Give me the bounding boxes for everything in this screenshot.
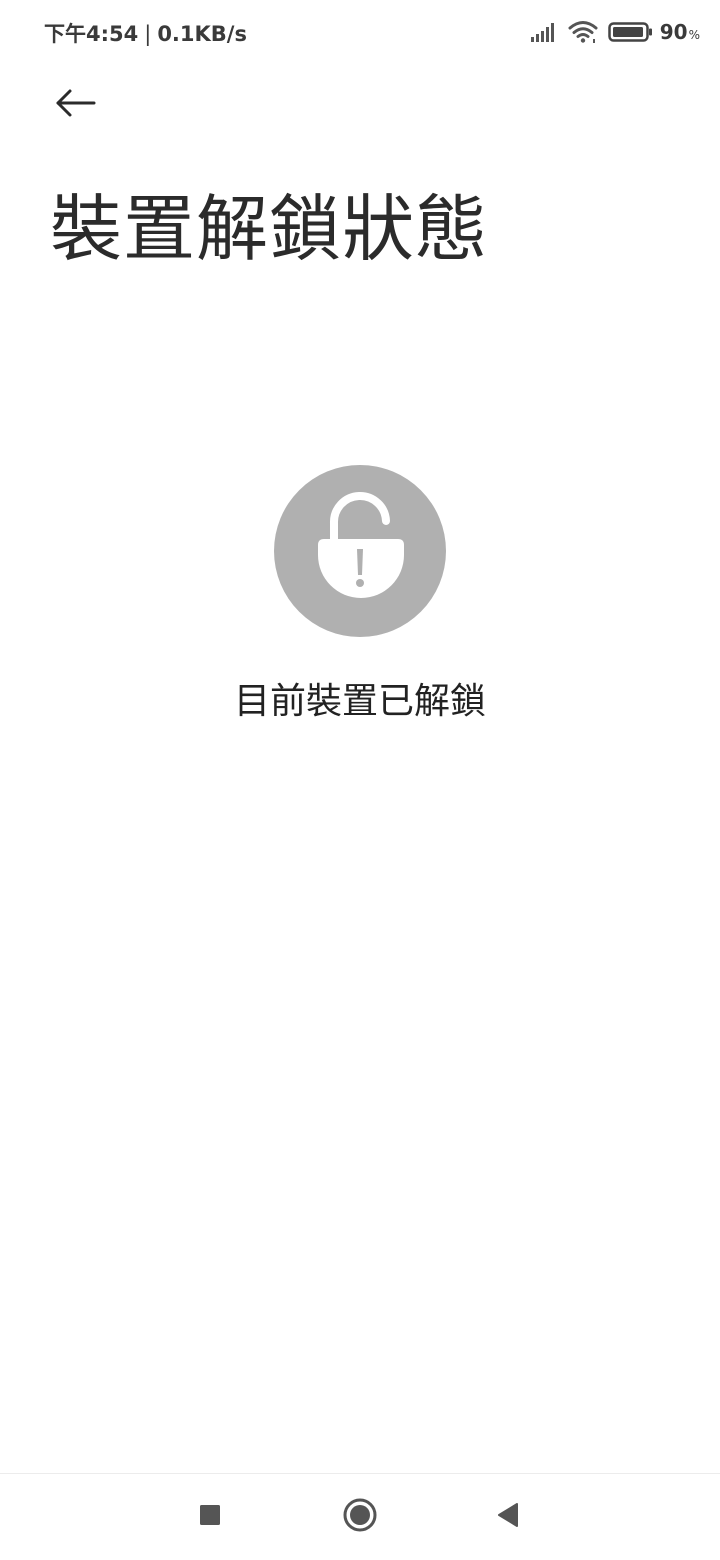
network-speed: 0.1KB/s bbox=[157, 22, 247, 46]
wifi-icon bbox=[568, 20, 598, 44]
arrow-left-icon bbox=[54, 87, 98, 123]
status-left: 下午4:54 | 0.1KB/s bbox=[44, 18, 247, 48]
unlock-status-message: 目前裝置已解鎖 bbox=[233, 681, 486, 722]
recents-square-icon bbox=[198, 1503, 222, 1531]
home-circle-icon bbox=[342, 1497, 378, 1537]
navigation-bar bbox=[0, 1474, 720, 1560]
battery-level: 90% bbox=[660, 20, 700, 44]
recents-button[interactable] bbox=[187, 1494, 233, 1540]
status-right: 90% bbox=[530, 18, 700, 46]
battery-level-value: 90 bbox=[659, 20, 688, 44]
battery-unit: % bbox=[688, 28, 700, 42]
status-bar: 下午4:54 | 0.1KB/s 90 % bbox=[0, 0, 720, 64]
nav-back-button[interactable] bbox=[485, 1494, 531, 1540]
battery-icon bbox=[608, 21, 654, 43]
back-triangle-icon bbox=[495, 1501, 521, 1533]
signal-icon bbox=[530, 21, 558, 43]
status-time: 下午4:54 bbox=[44, 22, 139, 46]
home-button[interactable] bbox=[337, 1494, 383, 1540]
lock-status-indicator bbox=[274, 465, 446, 637]
status-separator: | bbox=[144, 22, 152, 46]
page-title: 裝置解鎖狀態 bbox=[50, 187, 489, 271]
back-button[interactable] bbox=[46, 78, 106, 132]
